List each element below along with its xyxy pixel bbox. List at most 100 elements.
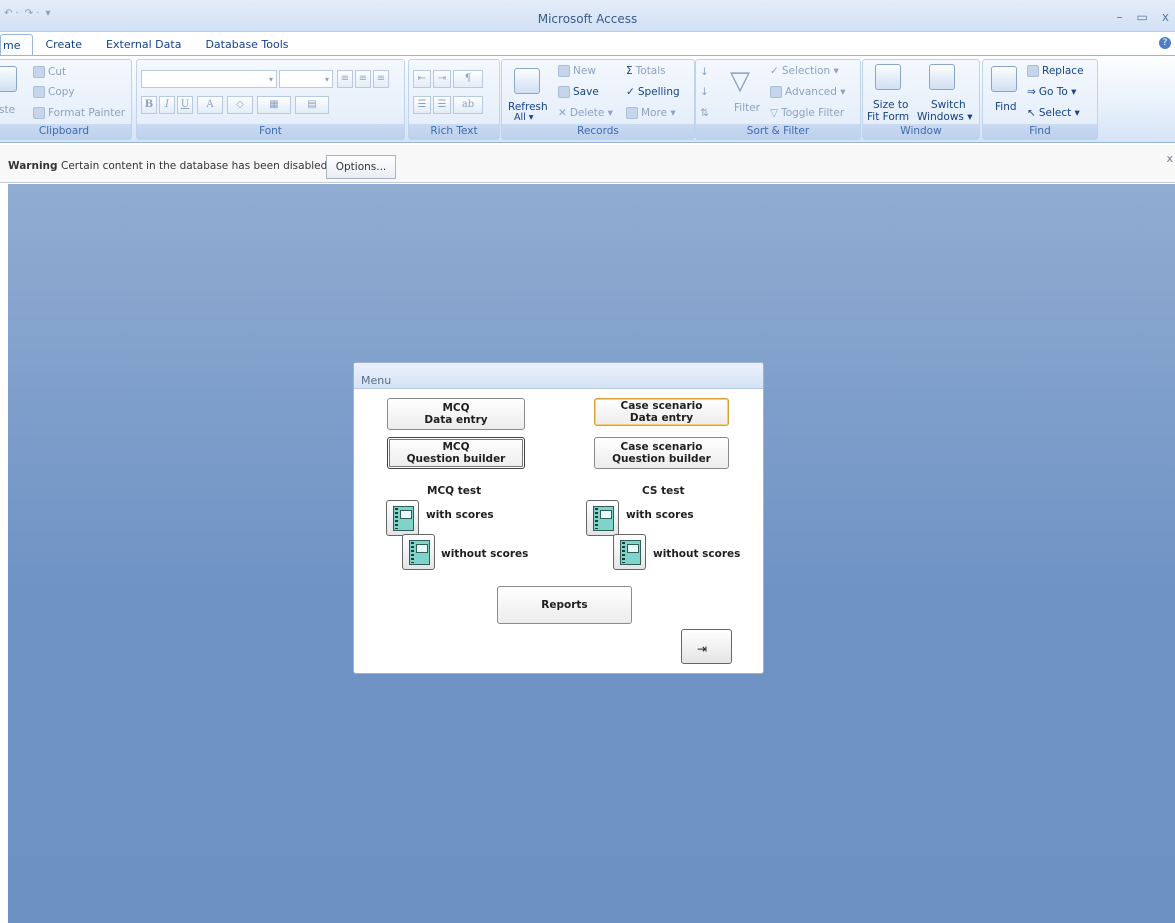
- paragraph-direction-button[interactable]: ¶: [453, 70, 483, 88]
- font-size-combo[interactable]: ▾: [279, 70, 333, 88]
- sort-filter-group-label: Sort & Filter: [696, 124, 860, 139]
- font-color-button[interactable]: A: [197, 96, 223, 114]
- selection-button[interactable]: ✓ Selection ▾: [770, 65, 839, 77]
- reports-button[interactable]: Reports: [497, 586, 632, 624]
- find-button[interactable]: Find: [995, 101, 1017, 113]
- toggle-filter-button[interactable]: ▽ Toggle Filter: [770, 107, 844, 119]
- notebook-icon: [593, 506, 614, 531]
- title-bar: ↶ · ↷ · ▾ Microsoft Access – ▭ x: [0, 0, 1175, 32]
- exit-door-icon: ⇥: [697, 642, 708, 656]
- selection-icon: ✓: [770, 65, 779, 77]
- mcq-test-with-scores-button[interactable]: [386, 500, 419, 536]
- align-center-button[interactable]: ≡: [355, 70, 371, 88]
- records-group-label: Records: [502, 124, 694, 139]
- refresh-all-dropdown[interactable]: All ▾: [514, 112, 534, 123]
- size-to-fit-button[interactable]: Size to: [873, 99, 908, 111]
- brush-icon: [33, 107, 45, 119]
- delete-button[interactable]: ✕ Delete ▾: [558, 107, 613, 119]
- bullets-button[interactable]: ☰: [433, 96, 451, 114]
- tab-external-data[interactable]: External Data: [94, 34, 193, 56]
- switch-windows-button[interactable]: Switch: [931, 99, 966, 111]
- cs-test-with-scores-button[interactable]: [586, 500, 619, 536]
- spelling-icon: ✓: [626, 86, 635, 98]
- cs-test-label: CS test: [642, 485, 685, 497]
- format-painter-button[interactable]: Format Painter: [33, 107, 125, 119]
- italic-button[interactable]: I: [159, 96, 175, 114]
- mcq-data-entry-button[interactable]: MCQ Data entry: [387, 398, 525, 430]
- minimize-button[interactable]: –: [1117, 10, 1123, 24]
- filter-icon: ▽: [730, 66, 750, 96]
- underline-button[interactable]: U: [177, 96, 193, 114]
- size-to-fit-icon: [875, 64, 901, 90]
- window-group: Size to Fit Form Switch Windows ▾ Window: [862, 59, 980, 140]
- options-button[interactable]: Options...: [326, 155, 396, 179]
- sort-ascending-button[interactable]: ↓: [700, 66, 709, 78]
- copy-button[interactable]: Copy: [33, 86, 75, 98]
- filter-button[interactable]: Filter: [734, 102, 760, 114]
- close-button[interactable]: x: [1162, 10, 1169, 24]
- replace-icon: [1027, 65, 1039, 77]
- restore-button[interactable]: ▭: [1137, 10, 1148, 24]
- goto-button[interactable]: ⇒ Go To ▾: [1027, 86, 1076, 98]
- align-right-button[interactable]: ≡: [373, 70, 389, 88]
- totals-button[interactable]: Σ Totals: [626, 65, 666, 77]
- numbering-button[interactable]: ☰: [413, 96, 431, 114]
- select-button[interactable]: ↖ Select ▾: [1027, 107, 1080, 119]
- increase-indent-button[interactable]: ⇥: [433, 70, 451, 88]
- sigma-icon: Σ: [626, 65, 633, 77]
- help-icon[interactable]: ?: [1159, 37, 1171, 49]
- paste-button[interactable]: ste: [0, 104, 15, 116]
- tab-create[interactable]: Create: [33, 34, 94, 56]
- notebook-icon: [620, 540, 641, 565]
- warning-label: Warning: [8, 160, 58, 172]
- save-icon: [558, 86, 570, 98]
- mcq-with-scores-label: with scores: [426, 509, 494, 521]
- save-button[interactable]: Save: [558, 86, 599, 98]
- chevron-down-icon: ▾: [268, 75, 273, 84]
- replace-button[interactable]: Replace: [1027, 65, 1084, 77]
- warning-text: Certain content in the database has been…: [61, 160, 328, 172]
- chevron-down-icon: ▾: [324, 75, 329, 84]
- new-record-button[interactable]: New: [558, 65, 596, 77]
- message-bar: Warning Certain content in the database …: [0, 145, 1175, 183]
- align-left-button[interactable]: ≡: [337, 70, 353, 88]
- more-icon: [626, 107, 638, 119]
- highlight-button[interactable]: ab: [453, 96, 483, 114]
- decrease-indent-button[interactable]: ⇤: [413, 70, 431, 88]
- case-scenario-data-entry-button[interactable]: Case scenario Data entry: [594, 398, 729, 426]
- window-group-label: Window: [863, 124, 979, 139]
- alternate-fill-button[interactable]: ▤: [295, 96, 329, 114]
- case-scenario-question-builder-button[interactable]: Case scenario Question builder: [594, 437, 729, 469]
- sort-descending-button[interactable]: ↓: [700, 86, 709, 98]
- mcq-question-builder-button[interactable]: MCQ Question builder: [387, 437, 525, 469]
- notebook-icon: [409, 540, 430, 565]
- cut-button[interactable]: Cut: [33, 66, 66, 78]
- tab-home[interactable]: me: [0, 34, 34, 56]
- gridlines-button[interactable]: ▦: [257, 96, 291, 114]
- refresh-icon: [514, 68, 540, 94]
- mcq-test-without-scores-button[interactable]: [402, 534, 435, 570]
- tab-database-tools[interactable]: Database Tools: [193, 34, 300, 56]
- more-button[interactable]: More ▾: [626, 107, 676, 119]
- funnel-icon: ▽: [770, 107, 779, 119]
- form-title: Menu: [361, 374, 392, 387]
- form-header: Menu: [354, 363, 763, 389]
- find-group-label: Find: [983, 124, 1097, 139]
- copy-icon: [33, 86, 45, 98]
- bold-button[interactable]: B: [141, 96, 157, 114]
- advanced-button[interactable]: Advanced ▾: [770, 86, 845, 98]
- cs-test-without-scores-button[interactable]: [613, 534, 646, 570]
- find-group: Find Replace ⇒ Go To ▾ ↖ Select ▾ Find: [982, 59, 1098, 140]
- menu-form: Menu MCQ Data entry Case scenario Data e…: [353, 362, 764, 674]
- spelling-button[interactable]: ✓ Spelling: [626, 86, 680, 98]
- rich-text-group: ⇤ ⇥ ¶ ☰ ☰ ab Rich Text: [408, 59, 500, 140]
- clear-sort-button[interactable]: ⇅: [700, 107, 709, 119]
- clear-sort-icon: ⇅: [700, 107, 709, 119]
- exit-button[interactable]: ⇥: [681, 629, 732, 664]
- fill-color-button[interactable]: ◇: [227, 96, 253, 114]
- close-message-bar-icon[interactable]: x: [1166, 152, 1173, 165]
- advanced-icon: [770, 86, 782, 98]
- scissors-icon: [33, 66, 45, 78]
- records-group: Refresh All ▾ New Save ✕ Delete ▾ Σ Totals…: [501, 59, 695, 140]
- font-name-combo[interactable]: ▾: [141, 70, 277, 88]
